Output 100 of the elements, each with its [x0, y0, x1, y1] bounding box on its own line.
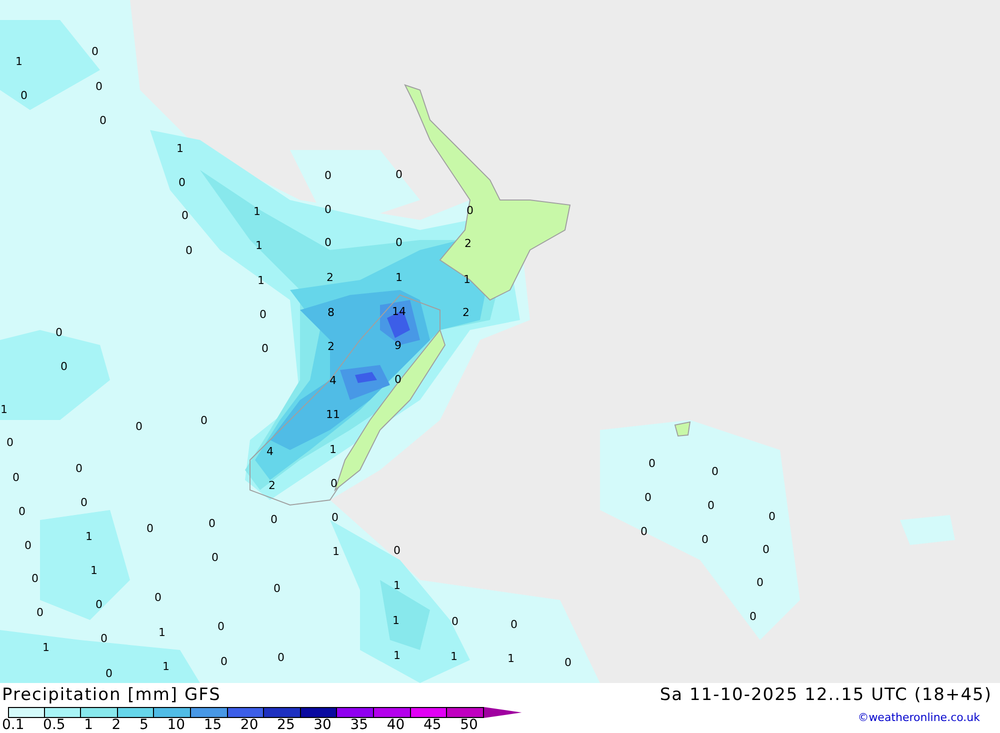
precipitation-value: 0 [702, 533, 708, 546]
precipitation-value: 0 [640, 525, 648, 538]
scale-label: 1 [84, 718, 94, 733]
precipitation-value: 1 [158, 626, 166, 639]
precipitation-value: 9 [394, 339, 402, 352]
scale-label: 35 [350, 718, 368, 733]
precipitation-value: 0 [96, 80, 102, 93]
scale-label: 20 [240, 718, 258, 733]
precipitation-value: 0 [768, 510, 776, 523]
scale-label: 0.5 [43, 718, 66, 733]
precipitation-value: 0 [208, 517, 216, 530]
precipitation-value: 1 [258, 274, 264, 287]
precipitation-value: 0 [96, 598, 102, 611]
precipitation-value: 1 [0, 403, 8, 416]
precipitation-value: 1 [254, 205, 260, 218]
precipitation-value: 0 [106, 667, 112, 680]
scale-label: 5 [140, 718, 148, 733]
precipitation-value: 0 [260, 308, 266, 321]
precipitation-value: 1 [392, 614, 400, 627]
precipitation-value: 2 [268, 479, 276, 492]
precipitation-value: 0 [332, 511, 338, 524]
precipitation-value: 2 [326, 271, 334, 284]
precipitation-value: 0 [154, 591, 162, 604]
precipitation-value: 0 [80, 496, 88, 509]
precipitation-value: 0 [92, 45, 98, 58]
precipitation-value: 0 [212, 551, 218, 564]
scale-label: 30 [314, 718, 332, 733]
precipitation-value: 0 [278, 651, 284, 664]
precipitation-value: 0 [186, 244, 192, 257]
precipitation-value: 0 [76, 462, 82, 475]
precipitation-value: 0 [648, 457, 656, 470]
precipitation-value: 1 [330, 443, 336, 456]
precipitation-value: 0 [510, 618, 518, 631]
precipitation-value: 2 [462, 306, 470, 319]
scale-label: 40 [386, 718, 405, 733]
precipitation-value: 0 [18, 505, 26, 518]
scale-label: 2 [112, 718, 121, 733]
precipitation-value: 0 [750, 610, 756, 623]
precipitation-value: 1 [162, 660, 170, 673]
precipitation-value: 0 [452, 615, 458, 628]
precipitation-value: 0 [708, 499, 714, 512]
precipitation-value: 0 [712, 465, 718, 478]
precipitation-value: 0 [324, 236, 332, 249]
precipitation-value: 0 [262, 342, 268, 355]
precipitation-value: 0 [274, 582, 280, 595]
precipitation-value: 0 [100, 632, 108, 645]
precipitation-value: 0 [56, 326, 62, 339]
scale-label: 25 [277, 718, 295, 733]
precipitation-value: 0 [756, 576, 764, 589]
precipitation-value: 0 [182, 209, 188, 222]
credit-link[interactable]: ©weatheronline.co.uk [858, 711, 980, 724]
precipitation-value: 0 [644, 491, 652, 504]
precipitation-value: 4 [330, 374, 336, 387]
precipitation-value: 1 [394, 579, 400, 592]
precipitation-value: 0 [136, 420, 142, 433]
scale-label: 50 [460, 718, 478, 733]
precipitation-value: 0 [394, 544, 400, 557]
precipitation-value: 1 [16, 55, 22, 68]
scale-label: 15 [204, 718, 222, 733]
precipitation-value: 14 [392, 305, 406, 318]
precipitation-value: 0 [178, 176, 186, 189]
precipitation-value: 0 [6, 436, 14, 449]
scale-label: 45 [423, 718, 442, 733]
precipitation-value: 0 [220, 655, 228, 668]
map-title: Precipitation [mm] GFS [2, 685, 221, 705]
precipitation-value: 1 [256, 239, 262, 252]
precipitation-value: 0 [270, 513, 278, 526]
precipitation-value: 0 [762, 543, 770, 556]
precipitation-value: 8 [328, 306, 334, 319]
precipitation-value: 2 [464, 237, 472, 250]
precipitation-value: 1 [90, 564, 98, 577]
precipitation-value: 0 [20, 89, 28, 102]
precipitation-value: 0 [146, 522, 154, 535]
precipitation-value: 1 [332, 545, 340, 558]
precipitation-value: 0 [330, 477, 338, 490]
precipitation-value: 1 [176, 142, 184, 155]
precipitation-value: 0 [396, 168, 402, 181]
precipitation-value: 1 [508, 652, 514, 665]
precipitation-value: 1 [86, 530, 92, 543]
precipitation-value: 1 [450, 650, 458, 663]
precipitation-value: 0 [324, 169, 332, 182]
precipitation-value: 0 [324, 203, 332, 216]
precipitation-value: 4 [266, 445, 274, 458]
scale-label: 0.1 [2, 718, 24, 733]
precipitation-value: 0 [12, 471, 20, 484]
precipitation-value: 0 [394, 373, 402, 386]
precipitation-value: 0 [396, 236, 402, 249]
precipitation-value: 0 [564, 656, 572, 669]
precipitation-value: 0 [100, 114, 106, 127]
precipitation-value: 0 [466, 204, 474, 217]
precipitation-value: 0 [32, 572, 38, 585]
precipitation-value: 0 [36, 606, 44, 619]
precipitation-value: 1 [396, 271, 402, 284]
precipitation-value: 0 [200, 414, 208, 427]
precipitation-value: 0 [60, 360, 68, 373]
precipitation-value: 0 [24, 539, 32, 552]
precipitation-value: 1 [42, 641, 50, 654]
scale-label: 10 [167, 718, 186, 733]
precipitation-value: 0 [218, 620, 224, 633]
precipitation-value: 11 [326, 408, 340, 421]
